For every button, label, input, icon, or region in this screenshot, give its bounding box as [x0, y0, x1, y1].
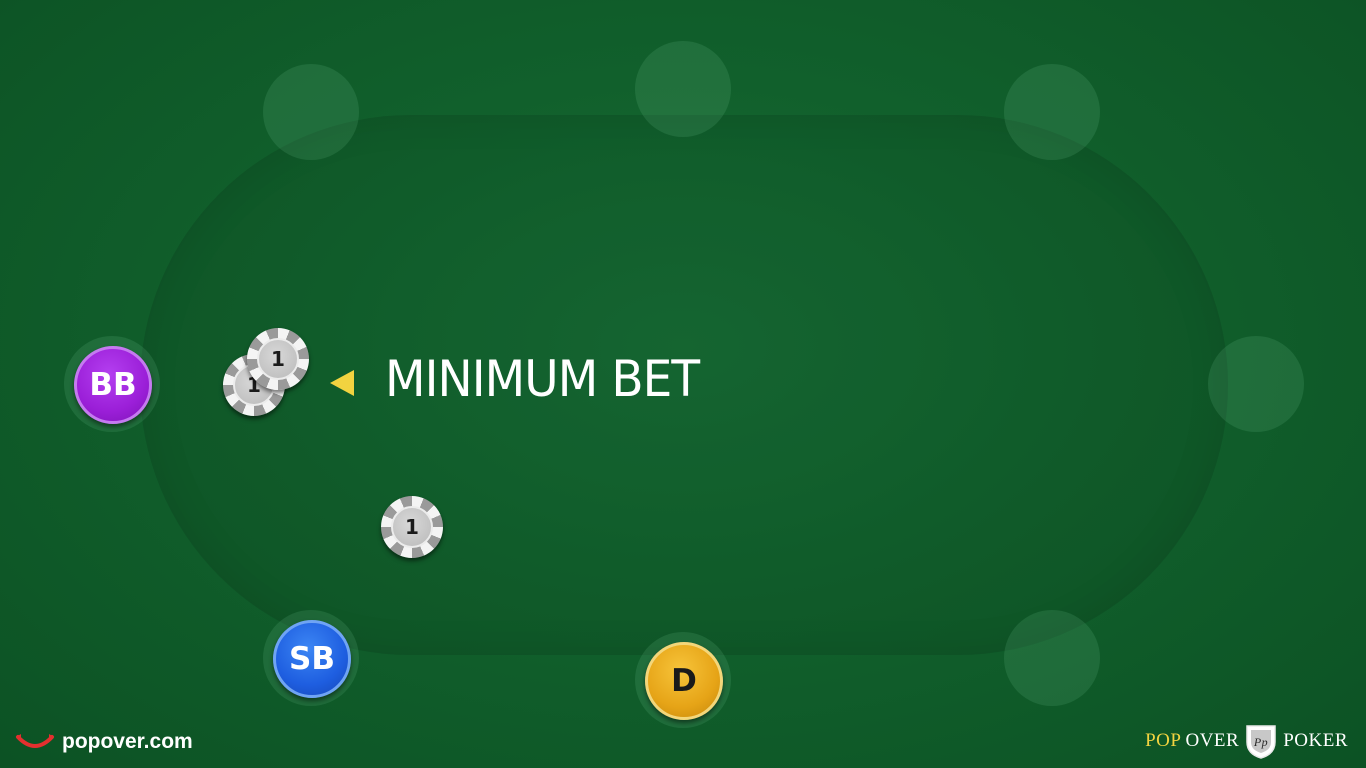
seat-right[interactable]	[1208, 336, 1304, 432]
logo-text-over: OVER	[1185, 730, 1240, 751]
small-blind-label: SB	[289, 641, 335, 677]
seat-top-right[interactable]	[1004, 64, 1100, 160]
dealer-label: D	[671, 663, 697, 699]
dealer-button: D	[645, 642, 723, 720]
pointer-arrow-icon	[330, 370, 354, 396]
bet-chip-sb: 1	[381, 496, 443, 558]
chip-value: 1	[257, 338, 299, 380]
bet-chip-bb-front: 1	[247, 328, 309, 390]
popover-logo-text: popover.com	[62, 730, 193, 753]
popover-smile-icon	[16, 734, 54, 748]
popover-logo[interactable]: popover.com	[14, 730, 193, 754]
big-blind-label: BB	[89, 367, 137, 403]
small-blind-marker: SB	[273, 620, 351, 698]
headline-text: MINIMUM BET	[385, 350, 700, 408]
crest-monogram: Pp	[1253, 735, 1268, 749]
chip-value: 1	[391, 506, 433, 548]
popover-poker-logo[interactable]: POP OVER Pp POKER	[1145, 722, 1348, 760]
big-blind-marker: BB	[74, 346, 152, 424]
logo-text-poker: POKER	[1283, 730, 1348, 751]
seat-top-center[interactable]	[635, 41, 731, 137]
seat-top-left[interactable]	[263, 64, 359, 160]
popover-poker-crest-icon: Pp	[1246, 725, 1276, 759]
logo-text-pop: POP	[1145, 730, 1182, 751]
seat-bottom-right[interactable]	[1004, 610, 1100, 706]
